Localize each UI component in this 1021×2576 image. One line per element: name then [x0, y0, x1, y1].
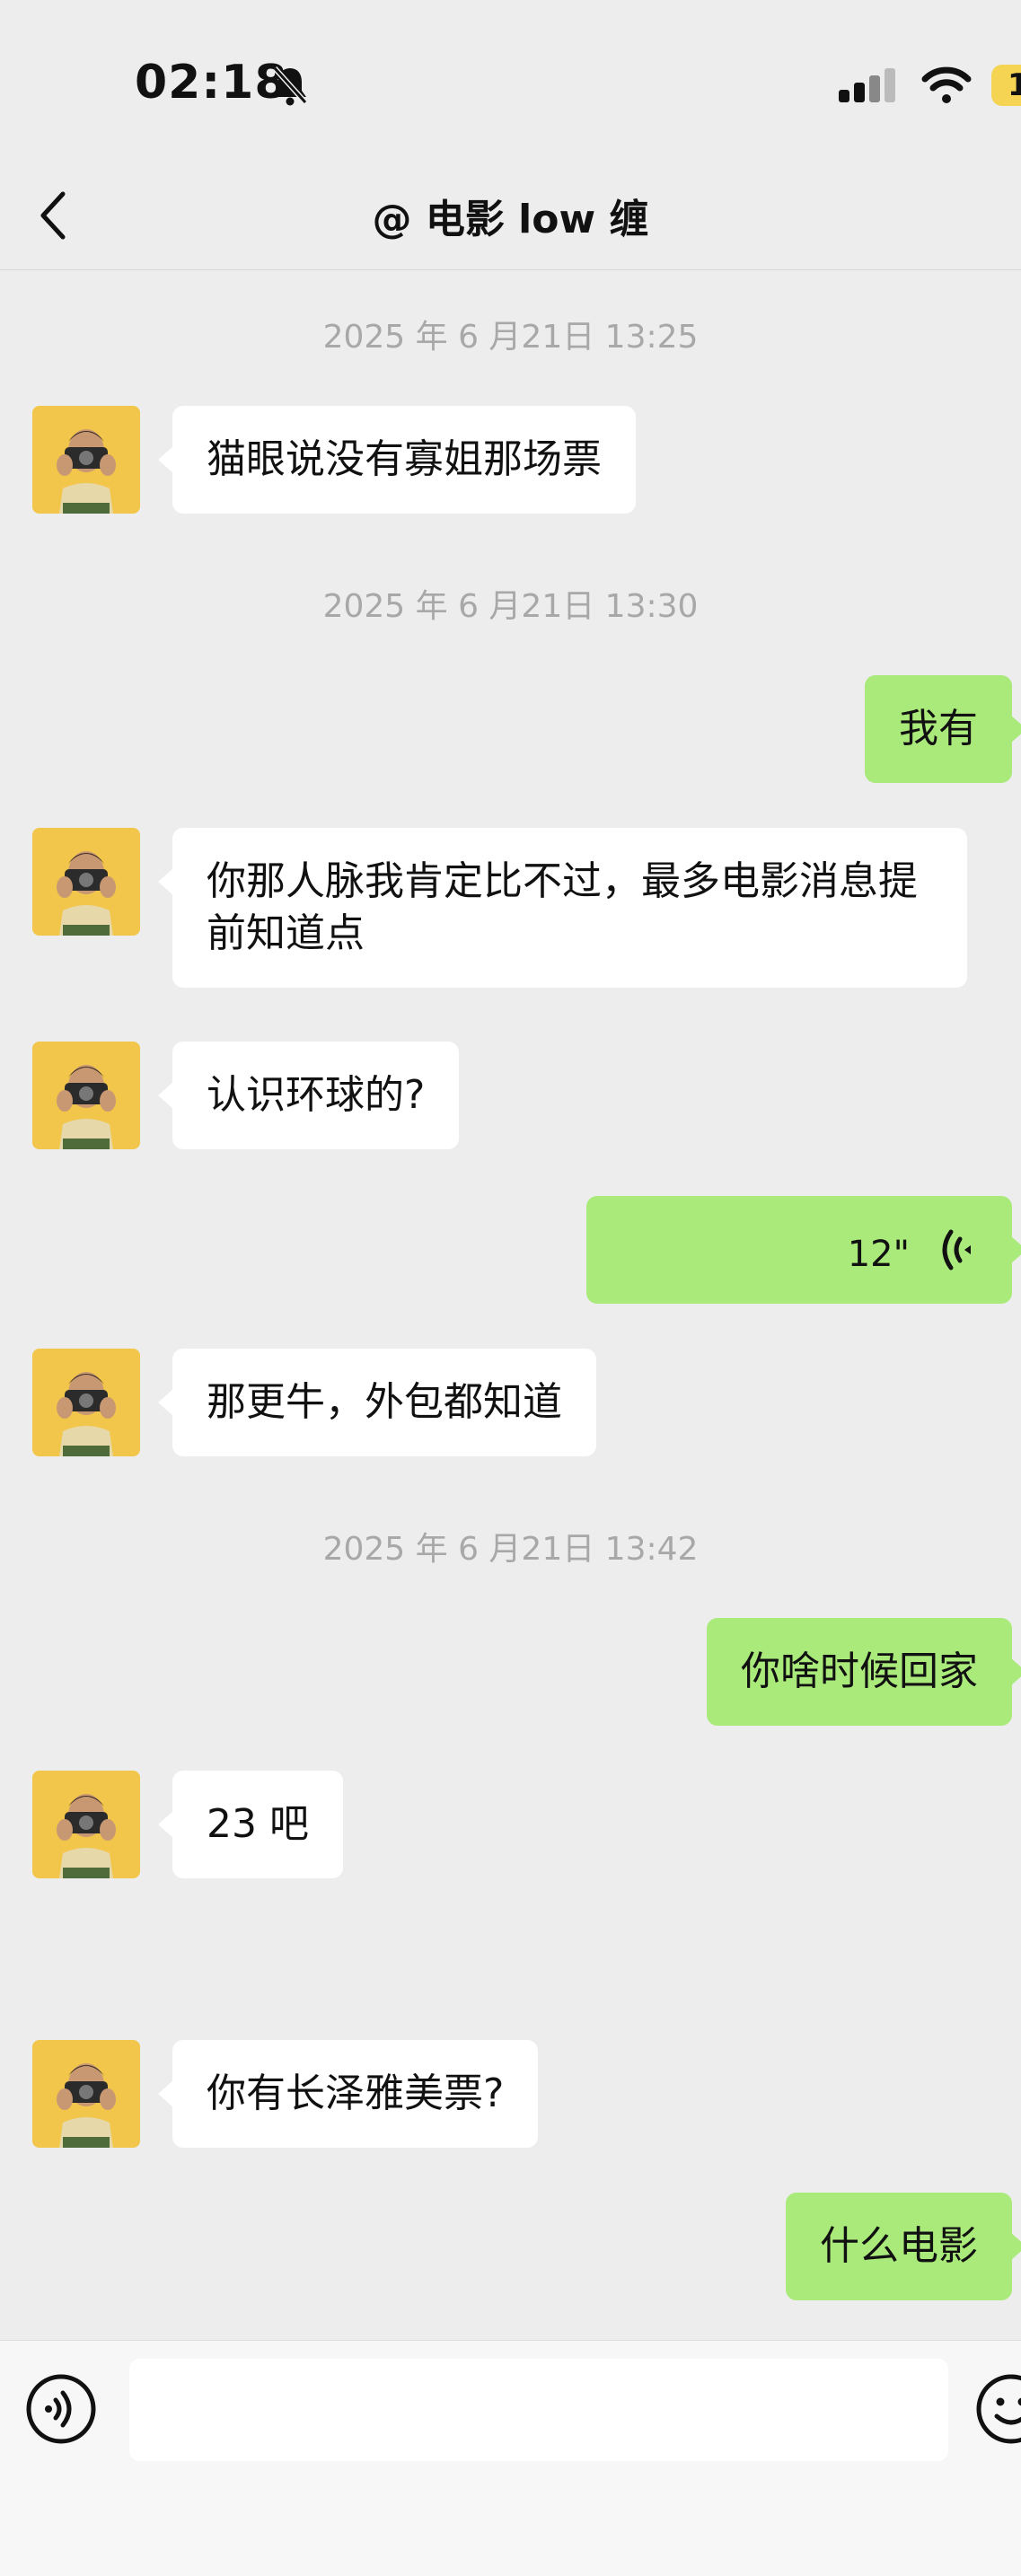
timestamp: 2025 年 6 月21日 13:30 — [0, 580, 1021, 627]
message-bubble-incoming[interactable]: 23 吧 — [172, 1771, 343, 1878]
message-bubble-incoming[interactable]: 认识环球的? — [172, 1042, 459, 1149]
message-bubble-outgoing[interactable]: 你啥时候回家 — [707, 1618, 1012, 1726]
chat-title[interactable]: @ 电影 low 缠 — [0, 187, 1021, 244]
voice-input-icon[interactable] — [25, 2373, 97, 2445]
input-bar — [0, 2340, 1021, 2576]
timestamp: 2025 年 6 月21日 13:42 — [0, 1523, 1021, 1569]
smiley-icon[interactable] — [975, 2373, 1021, 2445]
message-bubble-incoming[interactable]: 你有长泽雅美票? — [172, 2040, 538, 2148]
voice-wave-icon — [940, 1226, 976, 1287]
avatar[interactable] — [32, 2040, 140, 2148]
avatar[interactable] — [32, 1349, 140, 1456]
wifi-icon — [921, 66, 972, 108]
avatar[interactable] — [32, 828, 140, 936]
voice-message-bubble[interactable]: 12" — [586, 1196, 1012, 1304]
message-bubble-outgoing[interactable]: 什么电影 — [786, 2193, 1012, 2300]
message-bubble-incoming[interactable]: 猫眼说没有寡姐那场票 — [172, 406, 636, 514]
status-bar: 02:18 1 — [0, 0, 1021, 162]
message-input[interactable] — [129, 2359, 948, 2461]
signal-icon — [839, 68, 900, 108]
avatar[interactable] — [32, 406, 140, 514]
message-bubble-incoming[interactable]: 你那人脉我肯定比不过，最多电影消息提前知道点 — [172, 828, 967, 988]
avatar[interactable] — [32, 1771, 140, 1878]
timestamp: 2025 年 6 月21日 13:25 — [0, 311, 1021, 357]
voice-duration: 12" — [848, 1228, 910, 1280]
avatar[interactable] — [32, 1042, 140, 1149]
message-bubble-incoming[interactable]: 那更牛，外包都知道 — [172, 1349, 596, 1456]
chat-header: @ 电影 low 缠 — [0, 162, 1021, 270]
message-bubble-outgoing[interactable]: 我有 — [865, 675, 1012, 783]
battery-indicator: 1 — [991, 65, 1021, 106]
bell-slash-icon — [271, 65, 309, 110]
status-time: 02:18 — [135, 56, 288, 110]
